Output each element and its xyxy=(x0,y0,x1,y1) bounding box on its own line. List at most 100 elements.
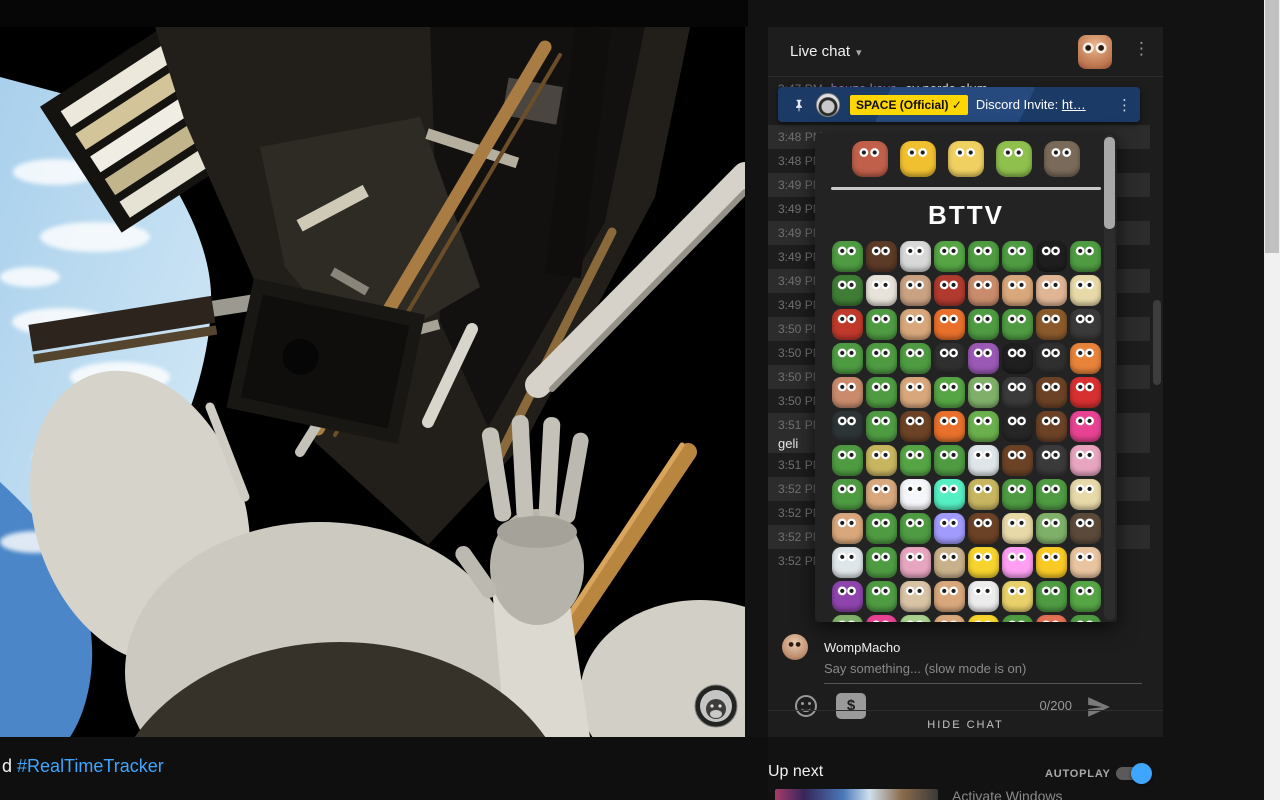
emote-scrollbar-thumb[interactable] xyxy=(1104,137,1115,229)
emote-pepe-wave[interactable] xyxy=(1002,309,1033,340)
current-user-avatar[interactable] xyxy=(782,634,808,660)
emote-zombie-hand[interactable] xyxy=(968,377,999,408)
emote-harold-smile[interactable] xyxy=(934,581,965,612)
emote-red-laugh[interactable] xyxy=(1070,377,1101,408)
chat-scrollbar-thumb[interactable] xyxy=(1153,300,1161,385)
emote-pepe-cry[interactable] xyxy=(968,241,999,272)
emote-afro-guy[interactable] xyxy=(1036,377,1067,408)
live-chat-dropdown[interactable]: Live chat▾ xyxy=(790,43,862,60)
browser-scrollbar[interactable] xyxy=(1264,0,1280,800)
emote-kiss-man[interactable] xyxy=(968,275,999,306)
emote-pepe-gun2[interactable] xyxy=(1036,479,1067,510)
emote-banana-pepe[interactable] xyxy=(1002,513,1033,544)
emote-pepe-laugh-gun[interactable] xyxy=(900,343,931,374)
emote-pepe-witch[interactable] xyxy=(1036,581,1067,612)
emote-smoke-hand[interactable] xyxy=(900,241,931,272)
emote-umbrella-pink[interactable] xyxy=(1070,411,1101,442)
emote-flesh-blob[interactable] xyxy=(1070,547,1101,578)
emote-man-dance[interactable] xyxy=(1002,343,1033,374)
emote-pencil-dab[interactable] xyxy=(934,513,965,544)
emote-pepe-green2[interactable] xyxy=(1070,581,1101,612)
emote-bald-angry[interactable] xyxy=(1036,275,1067,306)
emote-pug[interactable] xyxy=(934,547,965,578)
emote-pepe-blanket[interactable] xyxy=(1070,615,1101,622)
emote-ksi-stare[interactable] xyxy=(968,513,999,544)
emote-shades-guy[interactable] xyxy=(1036,343,1067,374)
emote-toilet-pepe[interactable] xyxy=(968,445,999,476)
next-video-thumbnail[interactable] xyxy=(775,789,938,800)
emote-green-blob[interactable] xyxy=(996,141,1032,177)
emote-tos-card[interactable] xyxy=(1070,309,1101,340)
emote-orange-fish[interactable] xyxy=(1070,343,1101,374)
emote-doge-wheat[interactable] xyxy=(900,581,931,612)
emote-paper-bag-guy[interactable] xyxy=(1070,479,1101,510)
emote-bomber-white[interactable] xyxy=(832,547,863,578)
video-player[interactable] xyxy=(0,27,745,737)
emote-red-scream[interactable] xyxy=(832,309,863,340)
emote-pepe-gear[interactable] xyxy=(832,479,863,510)
emote-harold-laugh[interactable] xyxy=(934,615,965,622)
emote-pepe-hi[interactable] xyxy=(1002,241,1033,272)
emote-pepe-boxer[interactable] xyxy=(866,309,897,340)
emote-monkey-hat[interactable] xyxy=(1070,513,1101,544)
emote-pepe-eyes[interactable] xyxy=(832,445,863,476)
emote-pepe-smile[interactable] xyxy=(1070,241,1101,272)
emote-anime-blonde[interactable] xyxy=(1070,275,1101,306)
emote-black-guy-huh[interactable] xyxy=(1002,445,1033,476)
emote-monkey-dark[interactable] xyxy=(1002,377,1033,408)
emote-pepe-pog[interactable] xyxy=(934,241,965,272)
emote-pikachu-shock[interactable] xyxy=(968,547,999,578)
emote-alien-dance[interactable] xyxy=(832,615,863,622)
emote-cap-shades-man[interactable] xyxy=(968,479,999,510)
autoplay-toggle[interactable] xyxy=(1116,767,1150,780)
emote-coffee-cup[interactable] xyxy=(866,241,897,272)
emote-man-black-tee[interactable] xyxy=(934,343,965,374)
emote-man-laugh[interactable] xyxy=(832,377,863,408)
hide-chat-button[interactable]: HIDE CHAT xyxy=(768,710,1163,737)
pinned-message-link[interactable]: ht… xyxy=(1062,97,1086,112)
emote-pepe-happy[interactable] xyxy=(900,513,931,544)
emote-pepe-point[interactable] xyxy=(866,513,897,544)
emote-robot-green[interactable] xyxy=(934,479,965,510)
emote-pepe-cap[interactable] xyxy=(866,547,897,578)
emote-asian-smile[interactable] xyxy=(900,309,931,340)
emote-orange-blob[interactable] xyxy=(934,309,965,340)
emote-tongue-pink[interactable] xyxy=(1002,547,1033,578)
emote-f-press-key[interactable] xyxy=(866,445,897,476)
emote-meatball[interactable] xyxy=(1036,309,1067,340)
emote-shades-black[interactable] xyxy=(1002,411,1033,442)
emote-pepe-smug[interactable] xyxy=(866,411,897,442)
emote-crab[interactable] xyxy=(1036,615,1067,622)
browser-scrollbar-thumb[interactable] xyxy=(1265,0,1279,253)
emote-ghost-smoke[interactable] xyxy=(866,275,897,306)
emote-anime-guy[interactable] xyxy=(1044,141,1080,177)
chat-user-avatar[interactable] xyxy=(1078,35,1112,69)
emote-cockatiel-cool[interactable] xyxy=(900,141,936,177)
emote-angry-face-meme[interactable] xyxy=(852,141,888,177)
emote-pepe-devil[interactable] xyxy=(832,343,863,374)
emote-pepe-suit[interactable] xyxy=(832,275,863,306)
emote-cat-lying[interactable] xyxy=(900,479,931,510)
emote-cockatiel-cry[interactable] xyxy=(948,141,984,177)
emote-black-think[interactable] xyxy=(900,411,931,442)
emote-pepe-gun[interactable] xyxy=(866,343,897,374)
emote-hulk[interactable] xyxy=(968,411,999,442)
emote-forsen-laugh[interactable] xyxy=(900,377,931,408)
emote-anime-hoodie-girl[interactable] xyxy=(900,615,931,622)
emote-asian-grin[interactable] xyxy=(832,513,863,544)
emote-red-angry[interactable] xyxy=(934,275,965,306)
hashtag-link[interactable]: #RealTimeTracker xyxy=(17,756,164,776)
emote-asian-close[interactable] xyxy=(866,479,897,510)
emote-pink-face[interactable] xyxy=(900,547,931,578)
emote-chick-yellow[interactable] xyxy=(968,615,999,622)
emote-tongue-white[interactable] xyxy=(968,581,999,612)
emote-pepe-jam[interactable] xyxy=(968,309,999,340)
emote-pepe-point2[interactable] xyxy=(866,581,897,612)
chat-message-input[interactable] xyxy=(824,659,1142,684)
emote-orange-mini[interactable] xyxy=(934,411,965,442)
emote-nic-cage[interactable] xyxy=(900,275,931,306)
emote-fish-yellow[interactable] xyxy=(1002,581,1033,612)
emote-alien-green[interactable] xyxy=(1036,513,1067,544)
emote-pepe-pog-wide[interactable] xyxy=(934,445,965,476)
emote-pepe-sad[interactable] xyxy=(832,241,863,272)
